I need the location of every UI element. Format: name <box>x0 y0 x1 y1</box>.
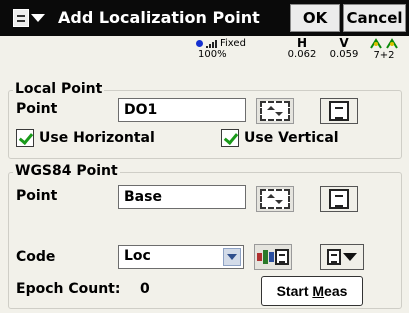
gps-status: Fixed 100% <box>196 38 278 60</box>
h-label: H <box>296 36 308 50</box>
h-precision: H 0.062 <box>282 36 322 60</box>
satellite-count: 7+2 <box>373 50 395 61</box>
chevron-down-icon <box>343 253 357 261</box>
v-label: V <box>339 36 349 50</box>
epoch-count-label: Epoch Count: <box>16 281 121 297</box>
checkmark-icon <box>16 129 34 147</box>
start-meas-accelerator: M <box>312 283 325 299</box>
wgs84-point-label: Point <box>16 188 58 204</box>
epoch-count-value: 0 <box>140 281 150 297</box>
menu-button[interactable] <box>5 5 53 31</box>
coordinate-picker-icon <box>260 101 290 121</box>
start-meas-button[interactable]: Start Meas <box>261 276 363 306</box>
cancel-button[interactable]: Cancel <box>343 4 406 32</box>
ok-button[interactable]: OK <box>290 4 340 32</box>
start-meas-prefix: Start <box>276 283 313 299</box>
v-value: 0.059 <box>329 49 359 60</box>
code-settings-icon <box>257 249 289 265</box>
signal-bars-icon <box>206 39 217 48</box>
wgs84-point-list-button[interactable] <box>320 186 358 212</box>
dropdown-arrow-icon[interactable] <box>223 248 241 266</box>
use-vertical-checkbox[interactable]: Use Vertical <box>221 129 339 147</box>
satellite-icon <box>364 38 404 50</box>
use-horizontal-label: Use Horizontal <box>39 130 155 146</box>
code-label: Code <box>16 249 56 265</box>
local-coordinate-picker-button[interactable] <box>256 98 294 124</box>
wgs84-point-input[interactable] <box>118 185 246 209</box>
chevron-down-icon <box>31 14 45 22</box>
battery-level: 100% <box>198 49 227 60</box>
use-vertical-label: Use Vertical <box>244 130 339 146</box>
local-point-list-button[interactable] <box>320 98 358 124</box>
code-select[interactable]: Loc <box>118 245 244 269</box>
local-point-label: Point <box>16 101 58 117</box>
list-icon <box>329 101 349 121</box>
coordinate-picker-icon <box>260 189 290 209</box>
fix-type: Fixed <box>220 38 246 49</box>
menu-document-icon <box>13 9 29 27</box>
local-point-title: Local Point <box>13 81 105 97</box>
start-meas-suffix: eas <box>324 283 348 299</box>
menu-document-icon <box>327 249 341 265</box>
wgs84-coordinate-picker-button[interactable] <box>256 186 294 212</box>
satellite-status: 7+2 <box>364 38 404 61</box>
use-horizontal-checkbox[interactable]: Use Horizontal <box>16 129 155 147</box>
h-value: 0.062 <box>287 49 317 60</box>
title-bar: Add Localization Point OK Cancel <box>0 0 409 36</box>
window-title: Add Localization Point <box>58 8 260 27</box>
code-menu-button[interactable] <box>320 244 364 270</box>
local-point-input[interactable] <box>118 98 246 122</box>
checkmark-icon <box>221 129 239 147</box>
wgs84-point-title: WGS84 Point <box>13 163 120 179</box>
code-settings-button[interactable] <box>254 244 292 270</box>
code-value: Loc <box>124 248 151 264</box>
gps-dot-icon <box>196 40 203 47</box>
list-icon <box>329 189 349 209</box>
v-precision: V 0.059 <box>326 36 362 60</box>
dialog-body: Fixed 100% H 0.062 V 0.059 7+2 Local Poi… <box>0 36 409 313</box>
